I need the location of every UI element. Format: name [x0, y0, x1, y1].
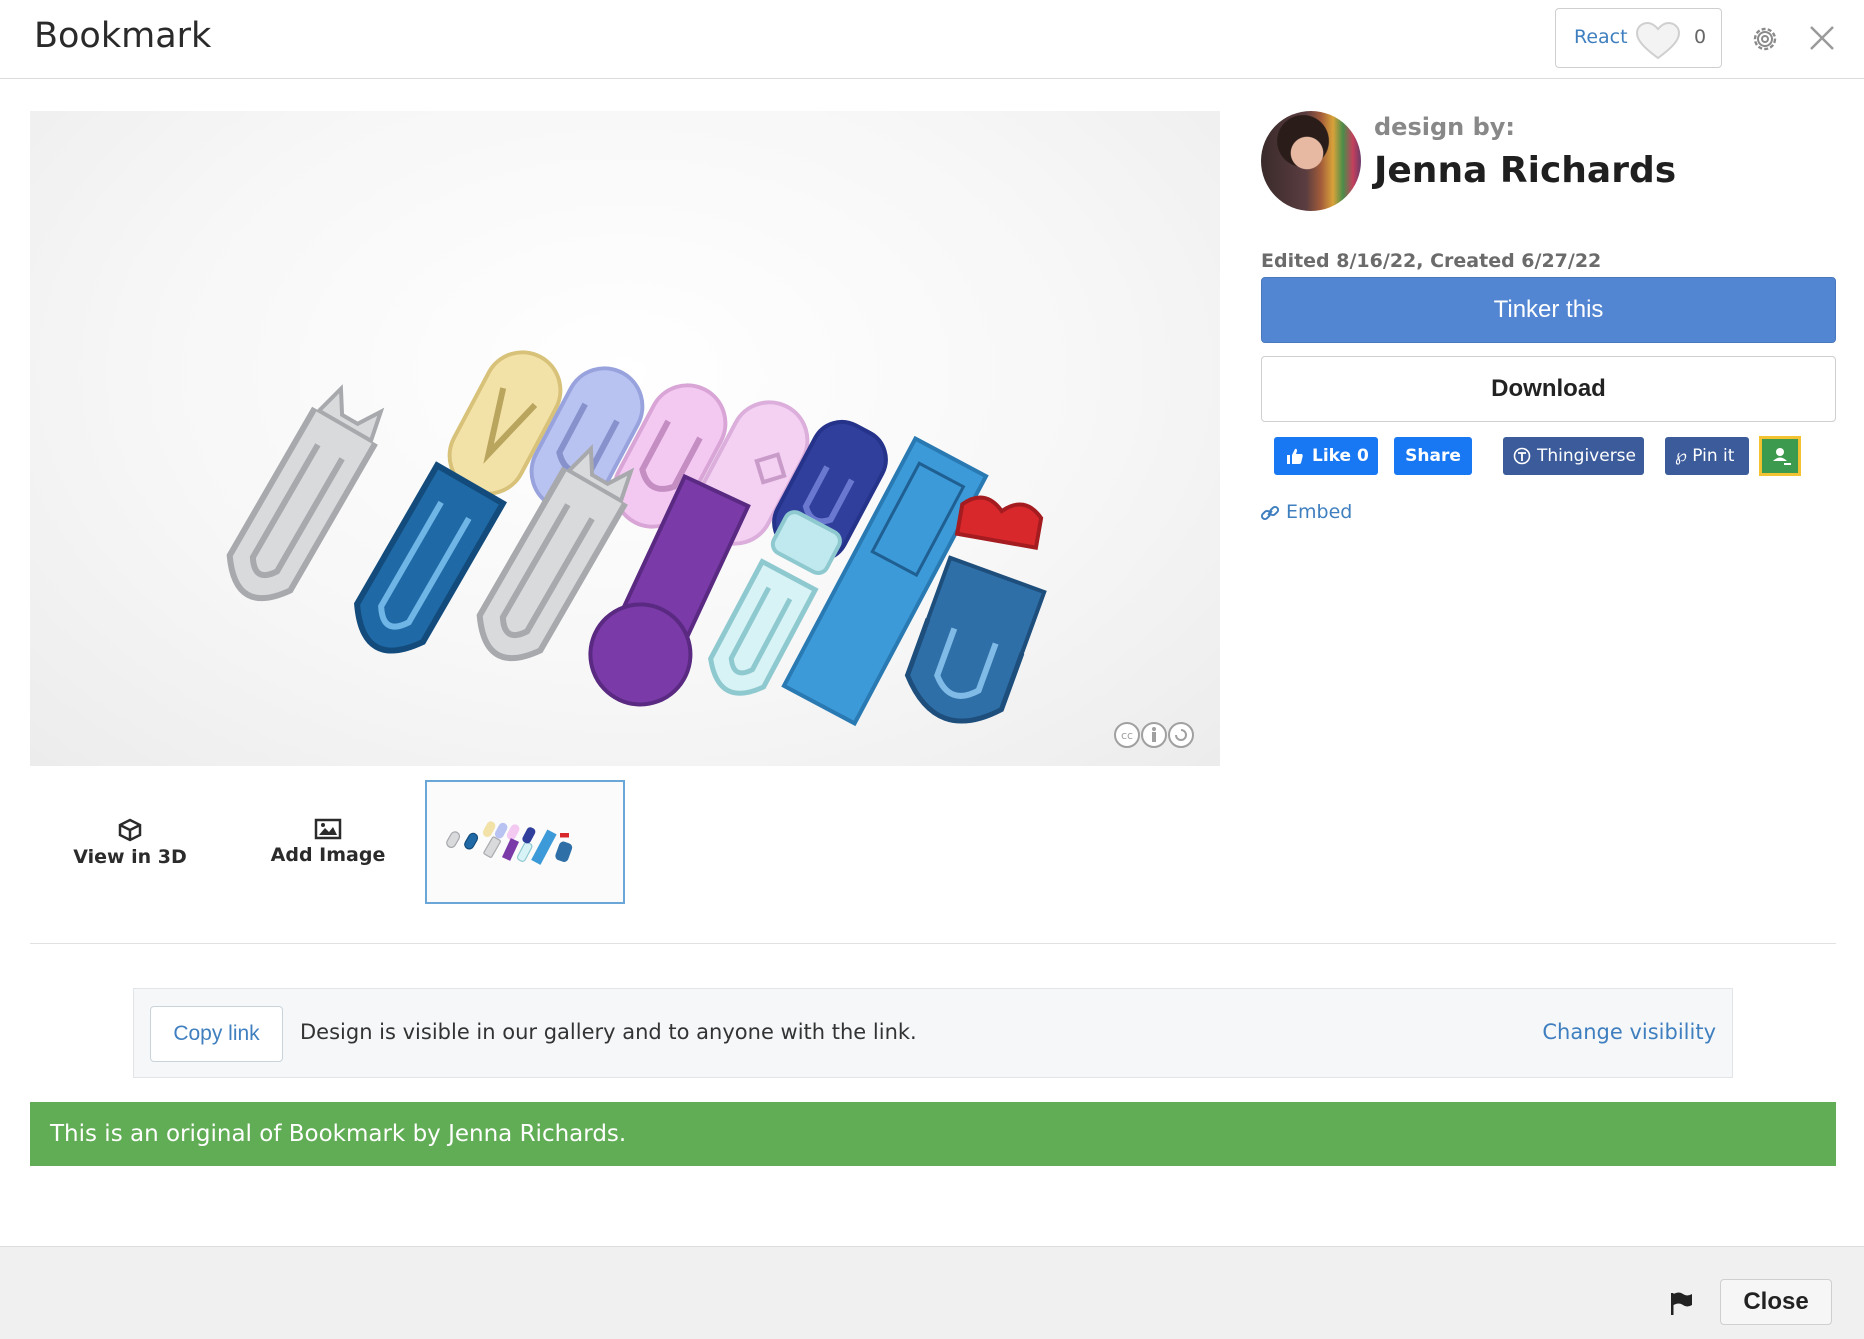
visibility-description: Design is visible in our gallery and to … [300, 1020, 917, 1044]
bookmarks-render [226, 350, 1047, 727]
pinterest-button[interactable]: ℘ Pin it [1665, 437, 1749, 475]
facebook-like-label: Like 0 [1312, 446, 1369, 466]
download-button[interactable]: Download [1261, 356, 1836, 422]
react-label: React [1574, 26, 1628, 48]
image-thumbnail[interactable] [425, 780, 625, 904]
thumbnail-render [446, 821, 573, 865]
link-icon [1260, 505, 1280, 520]
thingiverse-label: Thingiverse [1537, 446, 1636, 466]
visibility-panel: Copy link Design is visible in our galle… [133, 988, 1733, 1078]
embed-label: Embed [1286, 501, 1353, 523]
dialog-footer: Close [0, 1246, 1864, 1339]
embed-link[interactable]: Embed [1260, 501, 1352, 523]
share-alike-icon [1168, 722, 1194, 748]
facebook-share-button[interactable]: Share [1394, 437, 1472, 475]
designer-name[interactable]: Jenna Richards [1374, 150, 1676, 191]
heart-icon [1635, 21, 1681, 60]
design-dates: Edited 8/16/22, Created 6/27/22 [1261, 250, 1602, 272]
attribution-icon [1141, 722, 1167, 748]
gear-icon[interactable] [1750, 24, 1780, 54]
add-image-label: Add Image [270, 844, 386, 866]
design-by-label: design by: [1374, 113, 1516, 141]
image-icon [314, 818, 342, 840]
close-icon[interactable] [1808, 24, 1836, 52]
cc-icon: cc [1114, 722, 1140, 748]
view-in-3d-button[interactable]: View in 3D [50, 818, 210, 868]
react-button[interactable]: React 0 [1555, 8, 1722, 68]
designer-avatar[interactable] [1261, 111, 1361, 211]
tinker-this-button[interactable]: Tinker this [1261, 277, 1836, 343]
facebook-like-button[interactable]: Like 0 [1274, 437, 1378, 475]
thumbs-up-icon [1287, 448, 1303, 464]
thingiverse-icon [1513, 447, 1531, 465]
section-divider [30, 943, 1836, 944]
pinterest-icon: ℘ [1675, 446, 1687, 466]
thingiverse-button[interactable]: Thingiverse [1503, 437, 1644, 475]
license-badge[interactable]: cc [1112, 720, 1196, 750]
add-image-button[interactable]: Add Image [248, 818, 408, 866]
close-button[interactable]: Close [1720, 1279, 1832, 1325]
dialog-header: Bookmark React 0 [0, 0, 1864, 79]
view-in-3d-label: View in 3D [73, 846, 187, 868]
cube-icon [118, 818, 142, 842]
change-visibility-link[interactable]: Change visibility [1542, 1020, 1716, 1044]
react-count: 0 [1694, 26, 1707, 48]
flag-icon[interactable] [1668, 1291, 1694, 1317]
dialog-title: Bookmark [34, 16, 212, 56]
copy-link-button[interactable]: Copy link [150, 1006, 283, 1062]
svg-text:cc: cc [1121, 729, 1133, 742]
original-design-banner: This is an original of Bookmark by Jenna… [30, 1102, 1836, 1166]
pinterest-label: Pin it [1692, 446, 1735, 466]
google-classroom-icon[interactable] [1759, 436, 1801, 476]
design-preview-image[interactable] [30, 111, 1220, 766]
